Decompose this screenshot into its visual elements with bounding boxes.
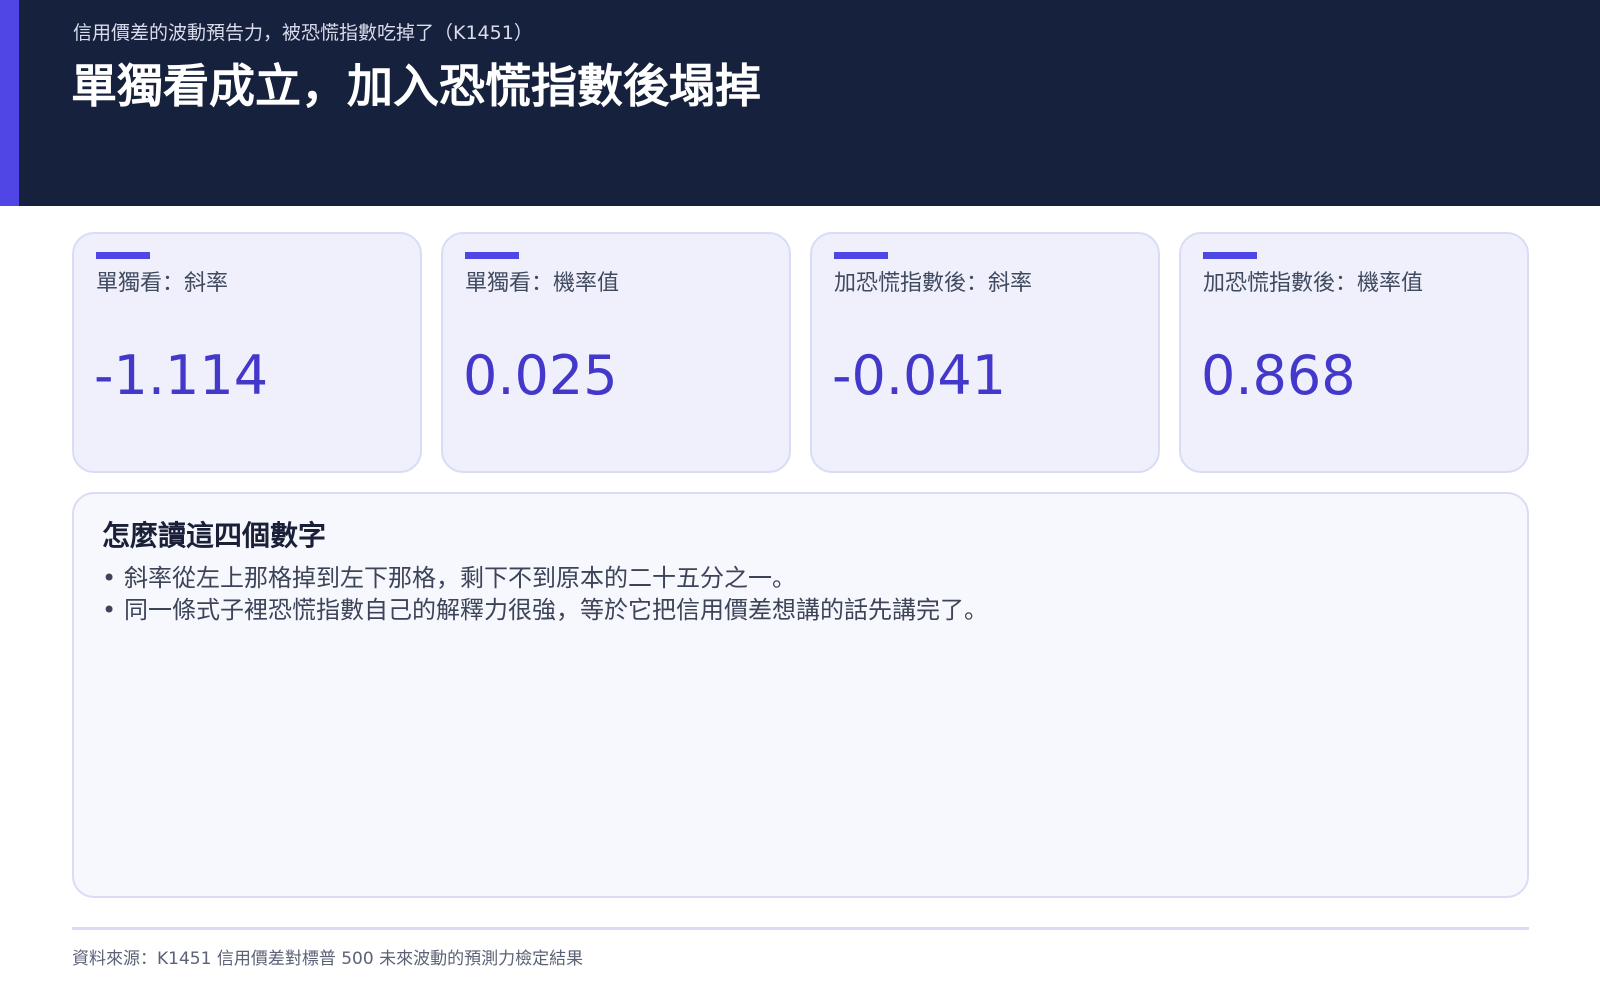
card-accent-bar xyxy=(1203,252,1257,259)
card-accent-bar xyxy=(834,252,888,259)
stat-card-standalone-pvalue: 單獨看：機率值 0.025 xyxy=(441,232,791,473)
stat-card-label: 加恐慌指數後：機率值 xyxy=(1203,271,1424,296)
stat-card-value: -1.114 xyxy=(94,344,269,407)
page-subtitle: 信用價差的波動預告力，被恐慌指數吃掉了（K1451） xyxy=(73,22,533,44)
stat-card-label: 單獨看：機率值 xyxy=(465,271,620,296)
stat-card-value: 0.868 xyxy=(1201,344,1356,407)
notes-list: • 斜率從左上那格掉到左下那格，剩下不到原本的二十五分之一。 • 同一條式子裡恐慌指… xyxy=(102,562,988,626)
card-accent-bar xyxy=(96,252,150,259)
source-note: 資料來源：K1451 信用價差對標普 500 未來波動的預測力檢定結果 xyxy=(72,949,584,969)
stat-card-standalone-slope: 單獨看：斜率 -1.114 xyxy=(72,232,422,473)
stat-card-with-vix-slope: 加恐慌指數後：斜率 -0.041 xyxy=(810,232,1160,473)
notes-title: 怎麼讀這四個數字 xyxy=(102,519,327,552)
header-banner: 信用價差的波動預告力，被恐慌指數吃掉了（K1451） 單獨看成立，加入恐慌指數後… xyxy=(0,0,1600,206)
stat-card-value: 0.025 xyxy=(463,344,618,407)
list-item: • 斜率從左上那格掉到左下那格，剩下不到原本的二十五分之一。 xyxy=(102,562,988,594)
stat-card-with-vix-pvalue: 加恐慌指數後：機率值 0.868 xyxy=(1179,232,1529,473)
page-title: 單獨看成立，加入恐慌指數後塌掉 xyxy=(71,59,761,113)
footer-divider xyxy=(72,927,1529,930)
list-item: • 同一條式子裡恐慌指數自己的解釋力很強，等於它把信用價差想講的話先講完了。 xyxy=(102,594,988,626)
bullet-icon: • xyxy=(102,564,117,592)
header-accent-bar xyxy=(0,0,19,206)
stat-card-value: -0.041 xyxy=(832,344,1007,407)
bullet-icon: • xyxy=(102,596,117,624)
notes-panel: 怎麼讀這四個數字 • 斜率從左上那格掉到左下那格，剩下不到原本的二十五分之一。 •… xyxy=(72,492,1529,898)
stat-card-label: 加恐慌指數後：斜率 xyxy=(834,271,1033,296)
card-accent-bar xyxy=(465,252,519,259)
note-text: 同一條式子裡恐慌指數自己的解釋力很強，等於它把信用價差想講的話先講完了。 xyxy=(124,596,988,624)
note-text: 斜率從左上那格掉到左下那格，剩下不到原本的二十五分之一。 xyxy=(124,564,796,592)
stat-card-label: 單獨看：斜率 xyxy=(96,271,229,296)
